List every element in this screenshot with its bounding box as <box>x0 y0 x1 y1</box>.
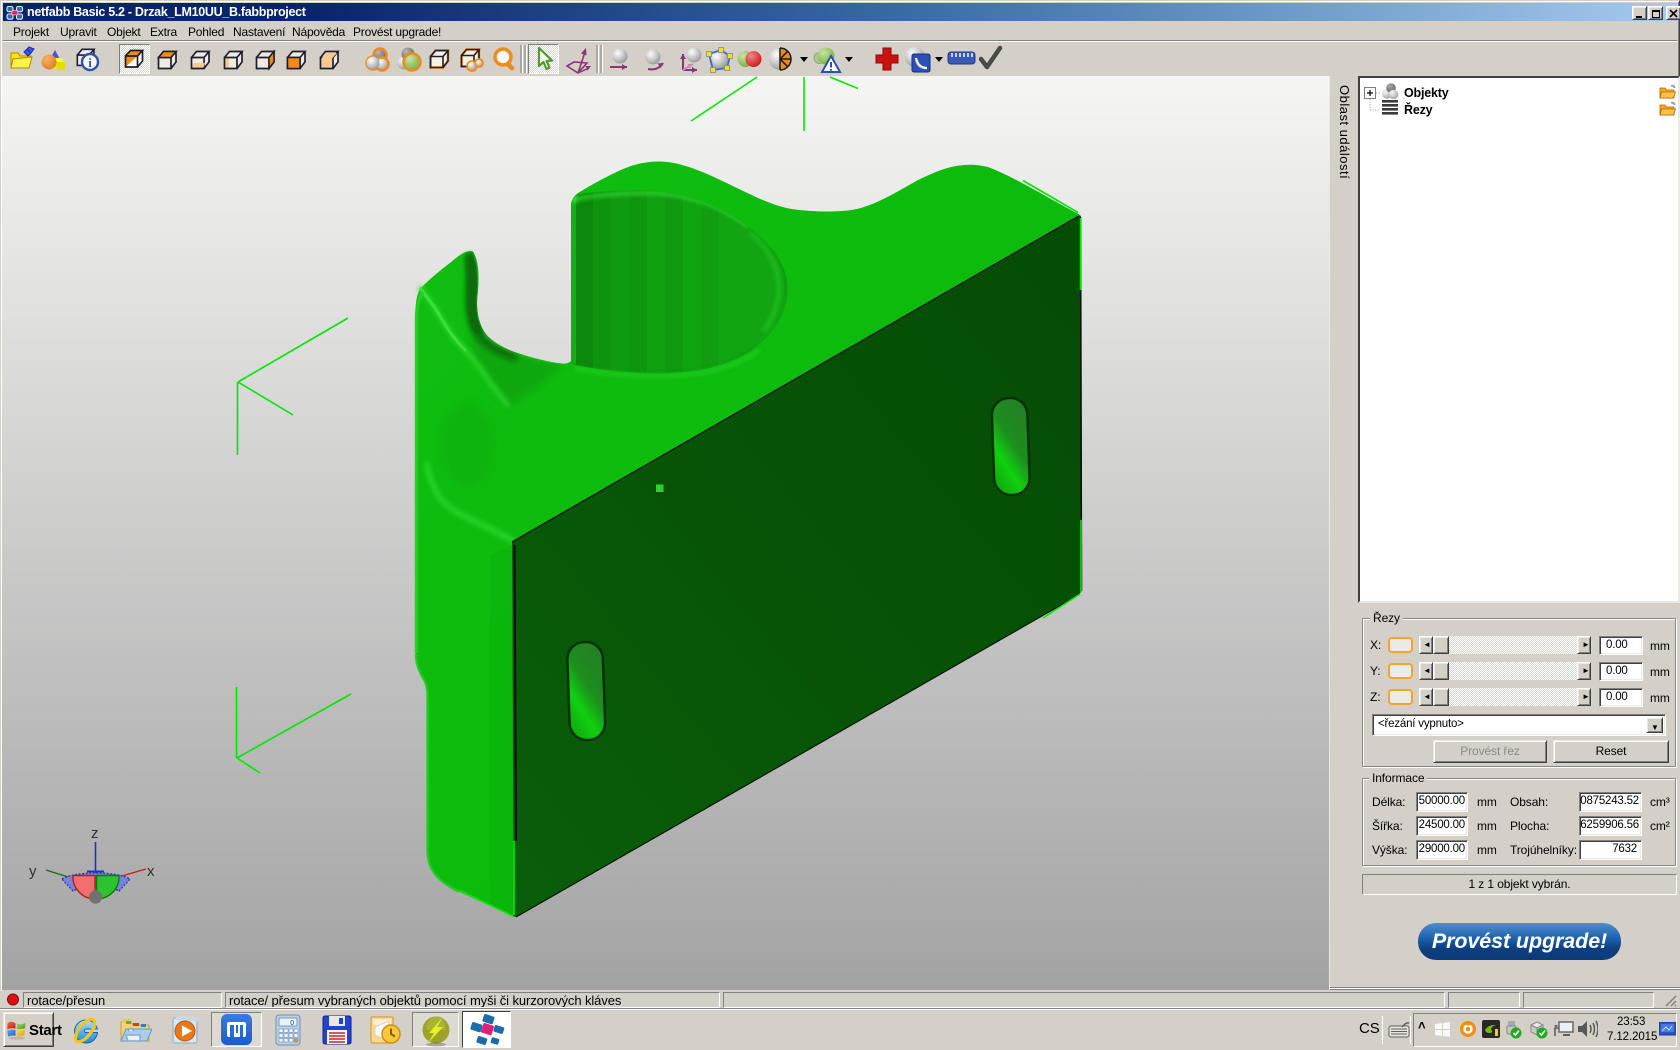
svg-text:y: y <box>29 863 37 880</box>
svg-text:Řezy: Řezy <box>1404 102 1433 117</box>
svg-text:Objekty: Objekty <box>1404 86 1449 100</box>
svg-text:x: x <box>147 863 155 880</box>
svg-text:z: z <box>91 825 98 842</box>
svg-text:0: 0 <box>290 1020 294 1027</box>
svg-text:i: i <box>88 55 92 70</box>
